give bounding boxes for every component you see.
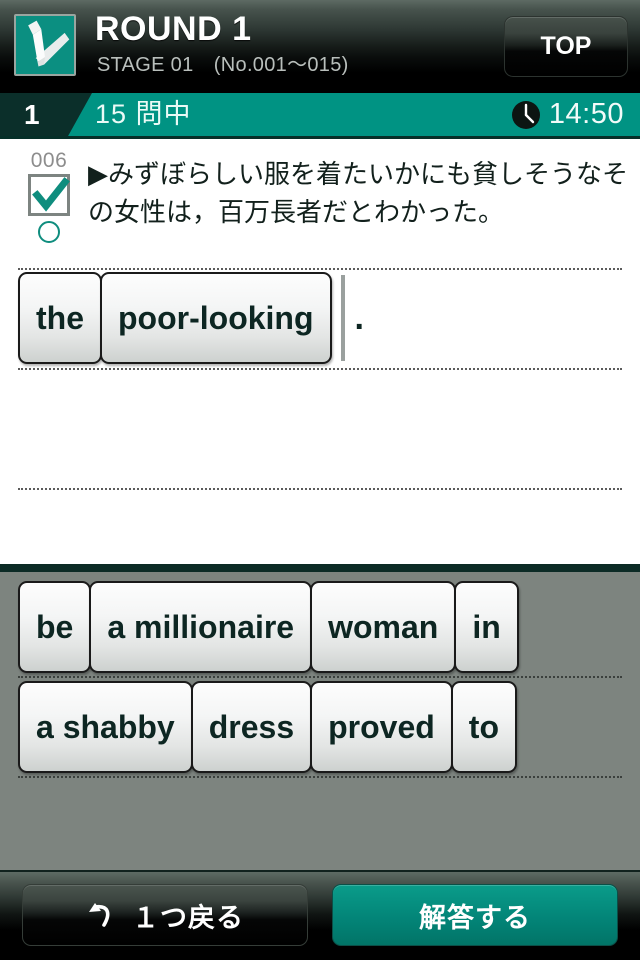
wordbank-line-1: [18, 676, 622, 678]
clock-icon: [511, 100, 540, 129]
answer-tile-row: the poor-looking .: [18, 272, 364, 364]
check-pencil-icon: [14, 14, 76, 76]
wordbank-tile[interactable]: to: [450, 681, 517, 773]
question-index-badge: [0, 93, 92, 136]
wordbank-tile[interactable]: be: [18, 581, 92, 673]
submit-button[interactable]: 解答する: [332, 884, 618, 946]
question-text: ▶みずぼらしい服を着たいかにも貧しそうなその女性は，百万長者だとわかった。: [88, 159, 628, 227]
timer: 14:50: [511, 93, 624, 136]
circle-icon[interactable]: [38, 221, 60, 243]
sentence-period: .: [354, 299, 364, 337]
timer-text: 14:50: [548, 98, 624, 130]
wordbank: be a millionaire woman in a shabby dress…: [0, 572, 640, 870]
wordbank-tile[interactable]: in: [454, 581, 519, 673]
quiz-screen: ROUND 1 STAGE 01 (No.001〜015) TOP 1 15 問…: [0, 0, 640, 960]
question-total-label: 15 問中: [95, 99, 192, 129]
wordbank-tile[interactable]: a millionaire: [89, 581, 313, 673]
progress-bar: 1 15 問中 14:50: [0, 93, 640, 139]
stage-subtitle: STAGE 01 (No.001〜015): [97, 54, 349, 76]
wordbank-tile[interactable]: woman: [310, 581, 457, 673]
question-markers: 006: [18, 150, 80, 243]
text-caret: [340, 275, 345, 361]
page-title: ROUND 1: [95, 10, 252, 48]
wordbank-line-2: [18, 776, 622, 778]
undo-button[interactable]: １つ戻る: [22, 884, 308, 946]
answer-line-3: [18, 488, 622, 490]
undo-arrow-icon: [89, 903, 110, 927]
answer-area[interactable]: the poor-looking .: [0, 268, 640, 550]
wordbank-tile[interactable]: proved: [310, 681, 453, 773]
wordbank-tile[interactable]: a shabby: [18, 681, 193, 773]
answer-tile[interactable]: the: [18, 272, 102, 364]
top-button[interactable]: TOP: [504, 16, 628, 77]
question-number: 006: [30, 149, 68, 172]
answer-line-1: [18, 268, 622, 270]
answer-line-2: [18, 368, 622, 370]
answer-tile[interactable]: poor-looking: [100, 272, 332, 364]
app-header: ROUND 1 STAGE 01 (No.001〜015) TOP: [0, 0, 640, 93]
wordbank-separator: [0, 564, 640, 572]
wordbank-tile[interactable]: dress: [190, 681, 313, 773]
footer-bar: １つ戻る 解答する: [0, 870, 640, 960]
check-icon: [32, 177, 70, 212]
wordbank-row: a shabby dress proved to: [18, 681, 517, 773]
wordbank-row: be a millionaire woman in: [18, 581, 519, 673]
question-index: 1: [24, 99, 40, 130]
correct-marker[interactable]: [28, 174, 70, 216]
undo-button-label: １つ戻る: [132, 902, 244, 933]
